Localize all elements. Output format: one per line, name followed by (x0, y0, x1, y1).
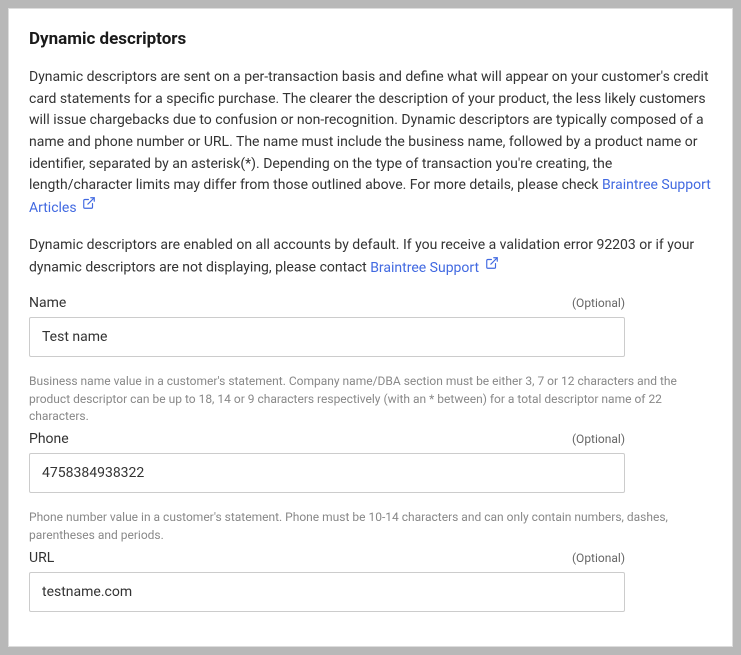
url-field-group: URL (Optional) (29, 550, 712, 612)
dynamic-descriptors-panel: Dynamic descriptors Dynamic descriptors … (8, 8, 733, 647)
section-title: Dynamic descriptors (29, 29, 712, 49)
name-label: Name (29, 295, 66, 311)
name-optional: (Optional) (572, 296, 625, 310)
intro-text: Dynamic descriptors are sent on a per-tr… (29, 69, 709, 193)
url-optional: (Optional) (572, 551, 625, 565)
phone-field-group: Phone (Optional) (29, 431, 712, 493)
url-label-row: URL (Optional) (29, 550, 625, 566)
phone-optional: (Optional) (572, 432, 625, 446)
support-link-text: Braintree Support (370, 260, 479, 276)
phone-label: Phone (29, 431, 69, 447)
enabled-text: Dynamic descriptors are enabled on all a… (29, 237, 694, 275)
url-label: URL (29, 550, 54, 566)
enabled-paragraph: Dynamic descriptors are enabled on all a… (29, 235, 712, 279)
support-link[interactable]: Braintree Support (370, 260, 498, 276)
external-link-icon (82, 196, 96, 218)
name-input[interactable] (29, 317, 625, 357)
intro-paragraph: Dynamic descriptors are sent on a per-tr… (29, 67, 712, 219)
phone-hint: Phone number value in a customer's state… (29, 509, 712, 544)
name-label-row: Name (Optional) (29, 295, 625, 311)
external-link-icon (485, 256, 499, 278)
phone-input[interactable] (29, 453, 625, 493)
phone-label-row: Phone (Optional) (29, 431, 625, 447)
name-hint: Business name value in a customer's stat… (29, 373, 712, 425)
name-field-group: Name (Optional) (29, 295, 712, 357)
url-input[interactable] (29, 572, 625, 612)
